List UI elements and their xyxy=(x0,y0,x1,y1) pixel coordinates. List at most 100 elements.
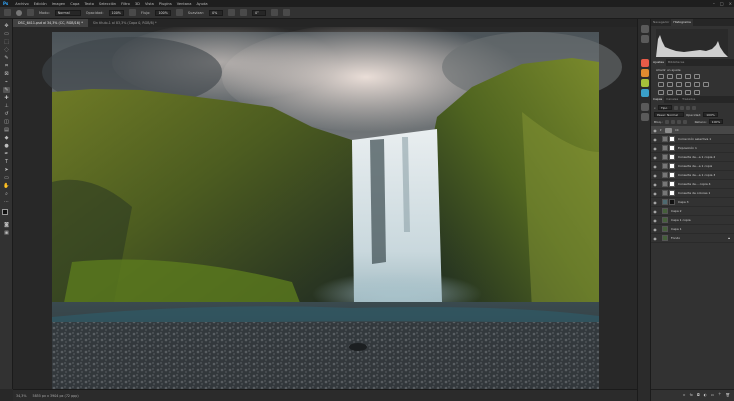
channel-mixer-icon[interactable] xyxy=(694,82,700,87)
tab-channels[interactable]: Canales xyxy=(664,96,680,103)
blend-mode-select[interactable]: Pasar: Normal xyxy=(654,112,684,117)
layer-mask-thumbnail[interactable] xyxy=(669,172,675,178)
path-select-tool-icon[interactable]: ➤ xyxy=(3,167,10,173)
black-white-icon[interactable] xyxy=(676,82,682,87)
tab-document-2[interactable]: Sin título-1 al 83,3% (Capa 0, RGB/8) * xyxy=(88,19,162,27)
menu-type[interactable]: Texto xyxy=(84,2,93,6)
threshold-icon[interactable] xyxy=(676,90,682,95)
visibility-eye-icon[interactable]: ◉ xyxy=(652,155,658,160)
layer-row[interactable]: ◉ Capa 1 copia xyxy=(651,216,734,225)
visibility-eye-icon[interactable]: ◉ xyxy=(652,236,658,241)
menu-3d[interactable]: 3D xyxy=(135,2,140,6)
menu-plugins[interactable]: Plugins xyxy=(159,2,172,6)
swatches-panel-icon[interactable] xyxy=(641,69,649,77)
tab-paths[interactable]: Trazados xyxy=(680,96,697,103)
layer-mask-thumbnail[interactable] xyxy=(669,154,675,160)
visibility-eye-icon[interactable]: ◉ xyxy=(652,128,658,133)
photo-filter-icon[interactable] xyxy=(685,82,691,87)
layer-row[interactable]: ◉ ▾ CC xyxy=(651,126,734,135)
pressure-size-icon[interactable] xyxy=(271,9,279,16)
layer-row[interactable]: ◉ Consulta de...a 1 copia 3 xyxy=(651,171,734,180)
layer-row[interactable]: ◉ Consulta de colores 1 xyxy=(651,189,734,198)
levels-icon[interactable] xyxy=(667,74,673,79)
color-panel-icon[interactable] xyxy=(641,59,649,67)
filter-type-icon[interactable] xyxy=(685,105,690,110)
gradients-panel-icon[interactable] xyxy=(641,79,649,87)
hue-saturation-icon[interactable] xyxy=(658,82,664,87)
layer-opacity-field[interactable]: 100% xyxy=(703,112,718,117)
menu-filter[interactable]: Filtro xyxy=(121,2,130,6)
new-adjustment-icon[interactable]: ◐ xyxy=(704,393,707,397)
airbrush-icon[interactable] xyxy=(175,9,183,16)
eyedropper-tool-icon[interactable]: ⌁ xyxy=(3,79,10,85)
maximize-icon[interactable]: □ xyxy=(720,1,724,6)
angle-field[interactable]: 0° xyxy=(252,9,267,16)
layer-row[interactable]: ◉ Capa 1 xyxy=(651,225,734,234)
brush-tool-icon[interactable] xyxy=(4,9,11,16)
menu-file[interactable]: Archivo xyxy=(15,2,28,6)
dodge-tool-icon[interactable]: ● xyxy=(3,143,10,149)
artboard-tool-icon[interactable]: ▭ xyxy=(3,31,10,37)
tab-layers[interactable]: Capas xyxy=(651,96,665,103)
layer-row[interactable]: ◉ Capa 3 xyxy=(651,198,734,207)
layer-row[interactable]: ◉ Exposición 1 xyxy=(651,144,734,153)
blur-tool-icon[interactable]: ◆ xyxy=(3,135,10,141)
mode-select[interactable]: Normal xyxy=(54,9,81,16)
marquee-tool-icon[interactable]: ⬚ xyxy=(3,39,10,45)
smoothing-options-icon[interactable] xyxy=(228,9,236,16)
visibility-eye-icon[interactable]: ◉ xyxy=(652,146,658,151)
lock-artboard-icon[interactable] xyxy=(676,119,681,124)
tab-libraries[interactable]: Bibliotecas xyxy=(666,59,686,66)
delete-layer-icon[interactable]: 🗑︎ xyxy=(726,393,730,397)
layer-mask-thumbnail[interactable] xyxy=(669,145,675,151)
filter-pixel-icon[interactable] xyxy=(673,105,678,110)
visibility-eye-icon[interactable]: ◉ xyxy=(652,200,658,205)
type-tool-icon[interactable]: T xyxy=(3,159,10,165)
foreground-color-swatch[interactable] xyxy=(2,209,8,215)
layer-filter-select[interactable]: Tipo xyxy=(657,105,672,110)
brush-preset-icon[interactable] xyxy=(16,9,22,16)
zoom-tool-icon[interactable]: ⌕ xyxy=(3,191,10,197)
gradient-tool-icon[interactable]: ▤ xyxy=(3,127,10,133)
layer-mask-thumbnail[interactable] xyxy=(669,163,675,169)
layer-row[interactable]: ◉ Capa 2 xyxy=(651,207,734,216)
visibility-eye-icon[interactable]: ◉ xyxy=(652,218,658,223)
menu-edit[interactable]: Edición xyxy=(34,2,47,6)
patterns-panel-icon[interactable] xyxy=(641,89,649,97)
layer-row[interactable]: ◉ Consulta de...a 1 copia xyxy=(651,162,734,171)
add-mask-icon[interactable]: ◘ xyxy=(697,393,700,397)
shape-tool-icon[interactable]: ▭ xyxy=(3,175,10,181)
disclosure-chevron-icon[interactable]: ▾ xyxy=(660,128,662,132)
history-panel-icon[interactable] xyxy=(641,25,649,33)
lock-position-icon[interactable] xyxy=(670,119,675,124)
menu-window[interactable]: Ventana xyxy=(177,2,192,6)
screen-mode-icon[interactable]: ▣ xyxy=(3,230,10,236)
lock-pixels-icon[interactable] xyxy=(664,119,669,124)
hand-tool-icon[interactable]: ✋ xyxy=(3,183,10,189)
character-panel-icon[interactable] xyxy=(641,113,649,121)
menu-layer[interactable]: Capa xyxy=(70,2,79,6)
new-group-icon[interactable]: ▭ xyxy=(711,393,714,397)
layer-mask-thumbnail[interactable] xyxy=(669,181,675,187)
zoom-readout[interactable]: 34,3% xyxy=(16,394,26,398)
brush-settings-icon[interactable] xyxy=(27,9,34,16)
lasso-tool-icon[interactable]: ◌ xyxy=(3,47,10,53)
menu-help[interactable]: Ayuda xyxy=(196,2,207,6)
pen-tool-icon[interactable]: ✒ xyxy=(3,151,10,157)
tab-document-active[interactable]: DSC_6411.psd al 34,3% (CC, RGB/16) * xyxy=(13,19,88,27)
symmetry-icon[interactable] xyxy=(283,9,291,16)
brightness-icon[interactable] xyxy=(658,74,664,79)
brush-tool-icon-active[interactable]: ✎ xyxy=(3,87,10,93)
color-balance-icon[interactable] xyxy=(667,82,673,87)
flow-field[interactable]: 100% xyxy=(155,9,171,16)
clone-stamp-tool-icon[interactable]: ⊥ xyxy=(3,103,10,109)
crop-tool-icon[interactable]: ⌗ xyxy=(3,63,10,69)
tab-navigator[interactable]: Navegador xyxy=(651,19,671,26)
menu-image[interactable]: Imagen xyxy=(52,2,66,6)
gradient-map-icon[interactable] xyxy=(685,90,691,95)
new-layer-icon[interactable]: ＋ xyxy=(718,392,722,397)
vibrance-icon[interactable] xyxy=(694,74,700,79)
tab-histogram[interactable]: Histograma xyxy=(671,19,693,26)
more-tools-icon[interactable]: ⋯ xyxy=(3,199,10,205)
visibility-eye-icon[interactable]: ◉ xyxy=(652,164,658,169)
